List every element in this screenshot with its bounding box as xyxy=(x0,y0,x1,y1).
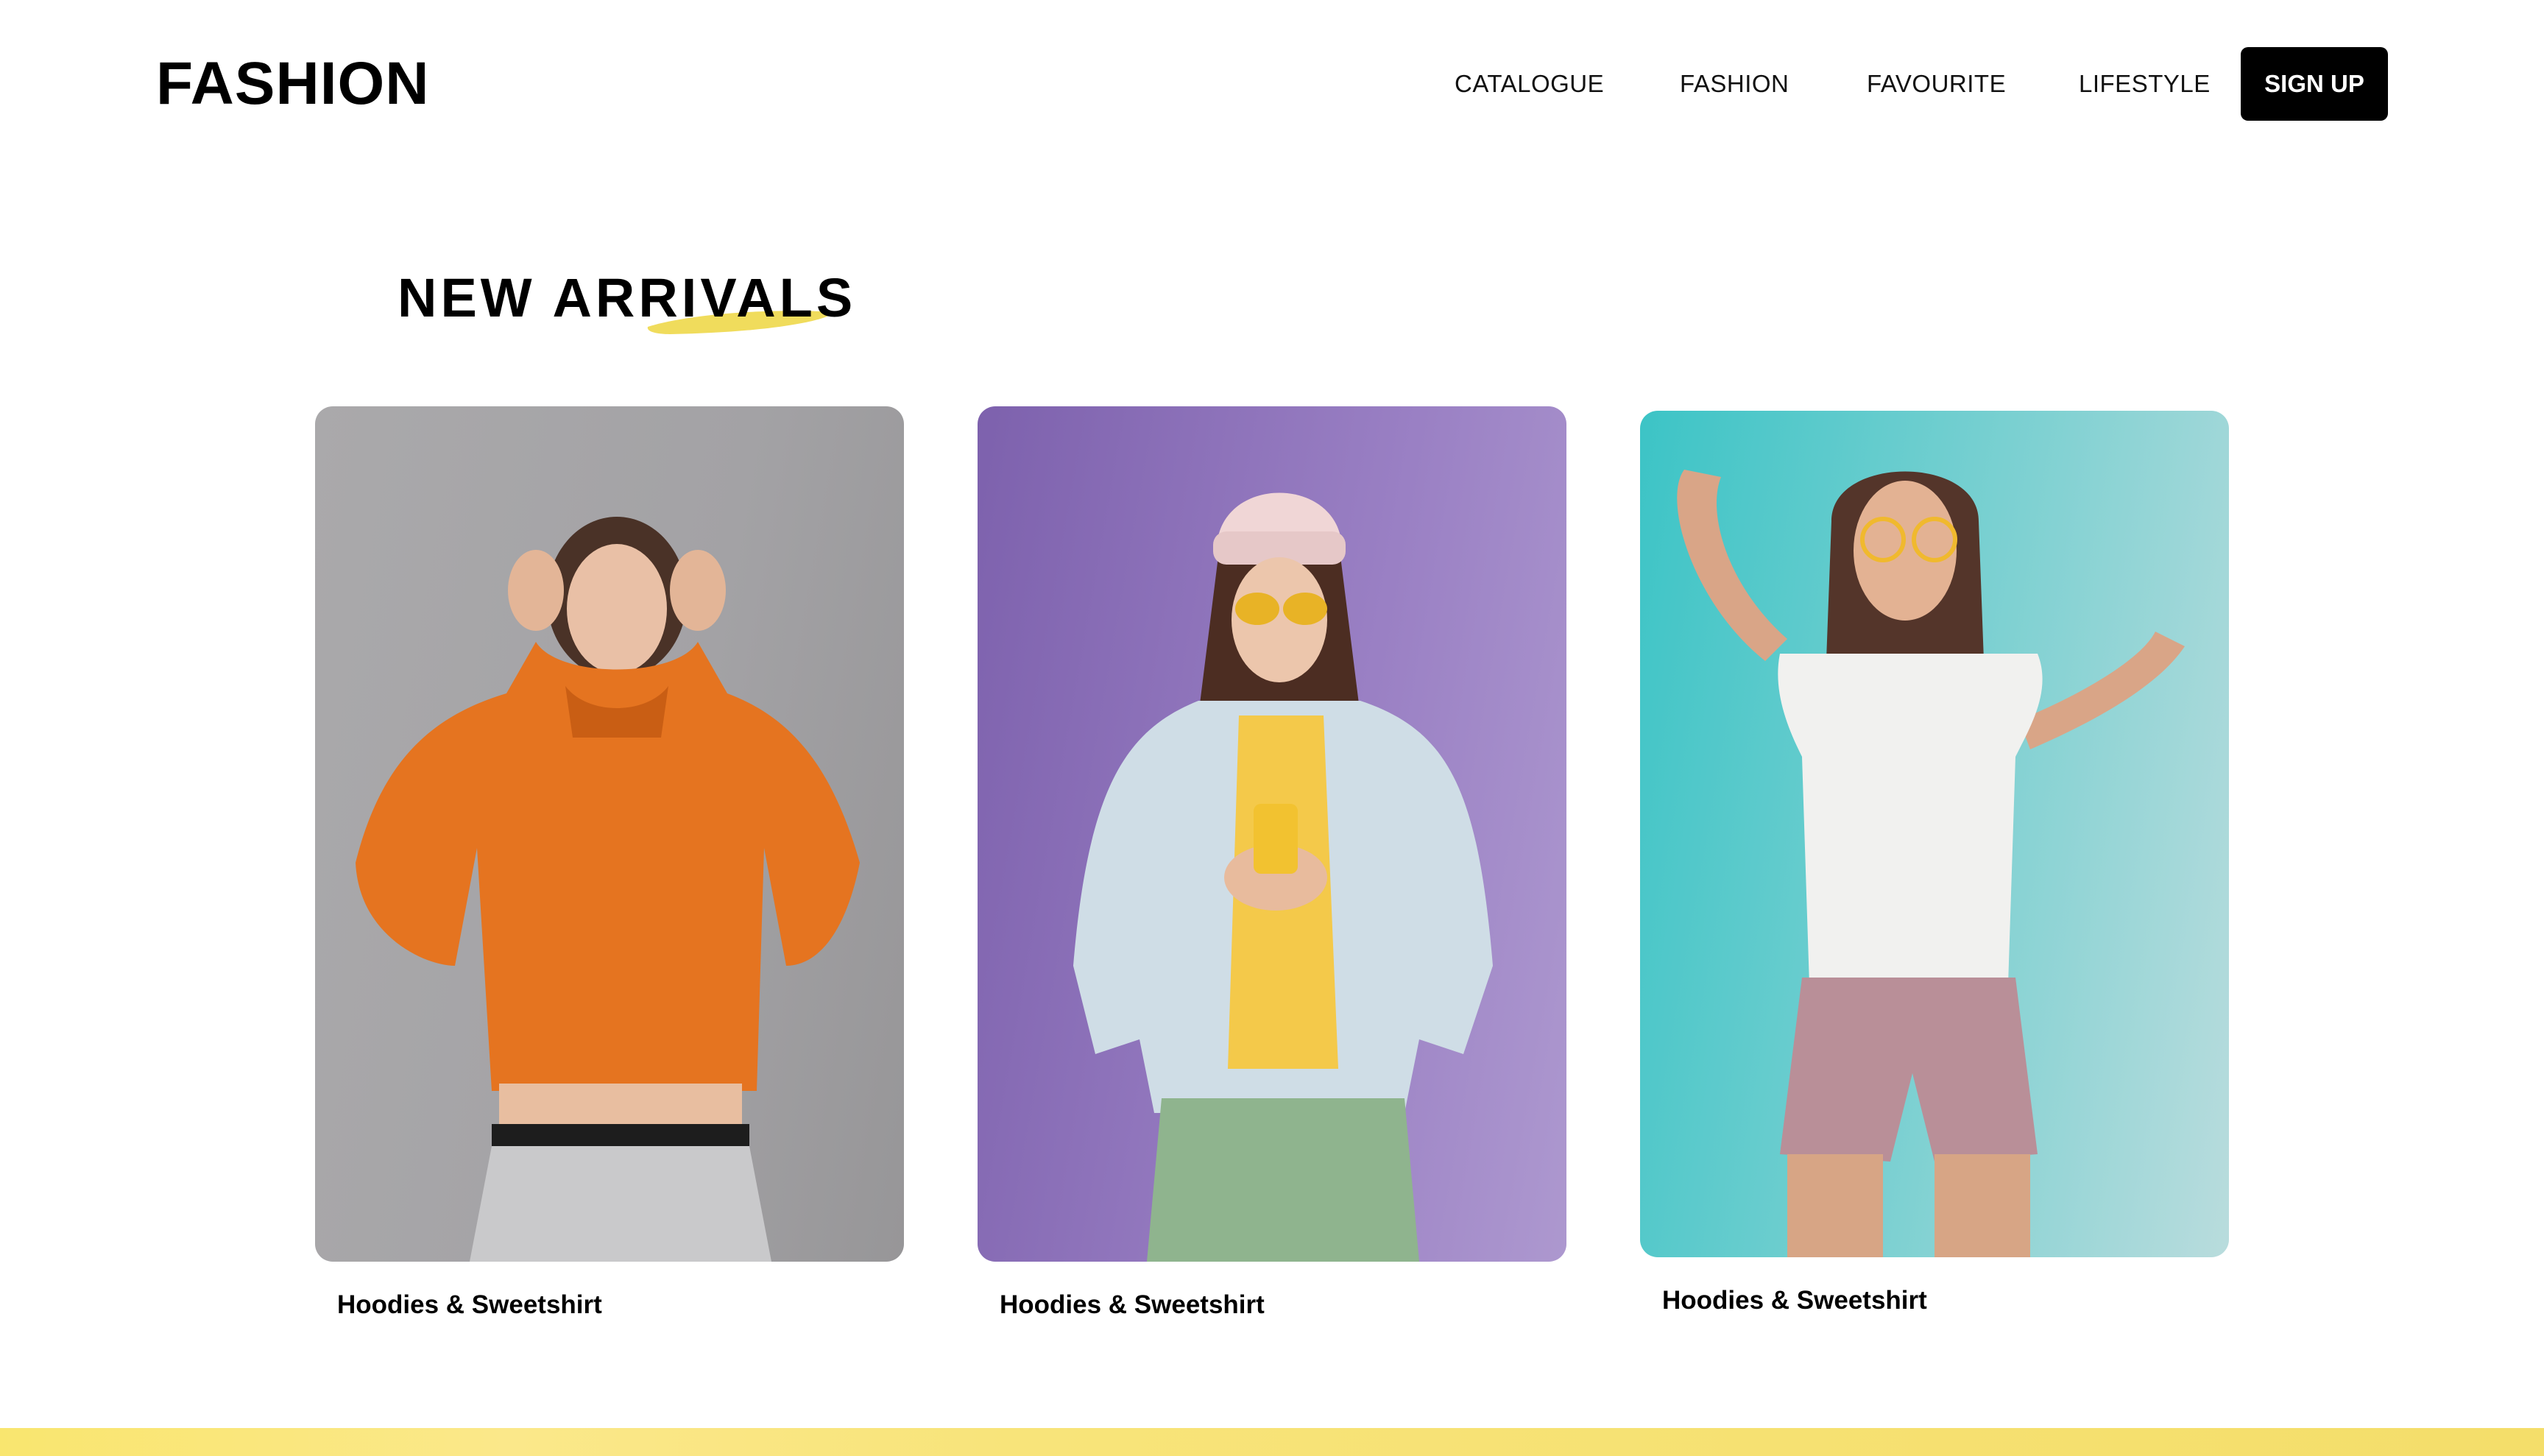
bottom-accent-band xyxy=(0,1428,2544,1456)
nav-link-favourite[interactable]: FAVOURITE xyxy=(1867,68,2006,100)
product-card[interactable]: Hoodies & Sweetshirt xyxy=(1640,411,2229,1315)
product-image[interactable] xyxy=(978,406,1566,1262)
nav-link-lifestyle[interactable]: LIFESTYLE xyxy=(2079,68,2211,100)
model-illustration xyxy=(356,517,860,1262)
site-header: FASHION CATALOGUE FASHION FAVOURITE LIFE… xyxy=(0,0,2544,169)
model-illustration xyxy=(1073,492,1493,1262)
section-title: NEW ARRIVALS xyxy=(398,267,857,328)
product-label[interactable]: Hoodies & Sweetshirt xyxy=(1662,1284,1927,1318)
product-image[interactable] xyxy=(1640,411,2229,1257)
section-heading: NEW ARRIVALS xyxy=(398,265,913,346)
nav-link-fashion[interactable]: FASHION xyxy=(1680,68,1789,100)
model-illustration xyxy=(1677,470,2185,1257)
product-label[interactable]: Hoodies & Sweetshirt xyxy=(1000,1288,1265,1322)
product-image[interactable] xyxy=(315,406,904,1262)
product-card[interactable]: Hoodies & Sweetshirt xyxy=(315,406,904,1319)
product-card[interactable]: Hoodies & Sweetshirt xyxy=(978,406,1566,1319)
nav-link-catalogue[interactable]: CATALOGUE xyxy=(1455,68,1604,100)
product-label[interactable]: Hoodies & Sweetshirt xyxy=(337,1288,602,1322)
brand-logo[interactable]: FASHION xyxy=(156,46,429,122)
sign-up-button[interactable]: SIGN UP xyxy=(2241,47,2388,121)
